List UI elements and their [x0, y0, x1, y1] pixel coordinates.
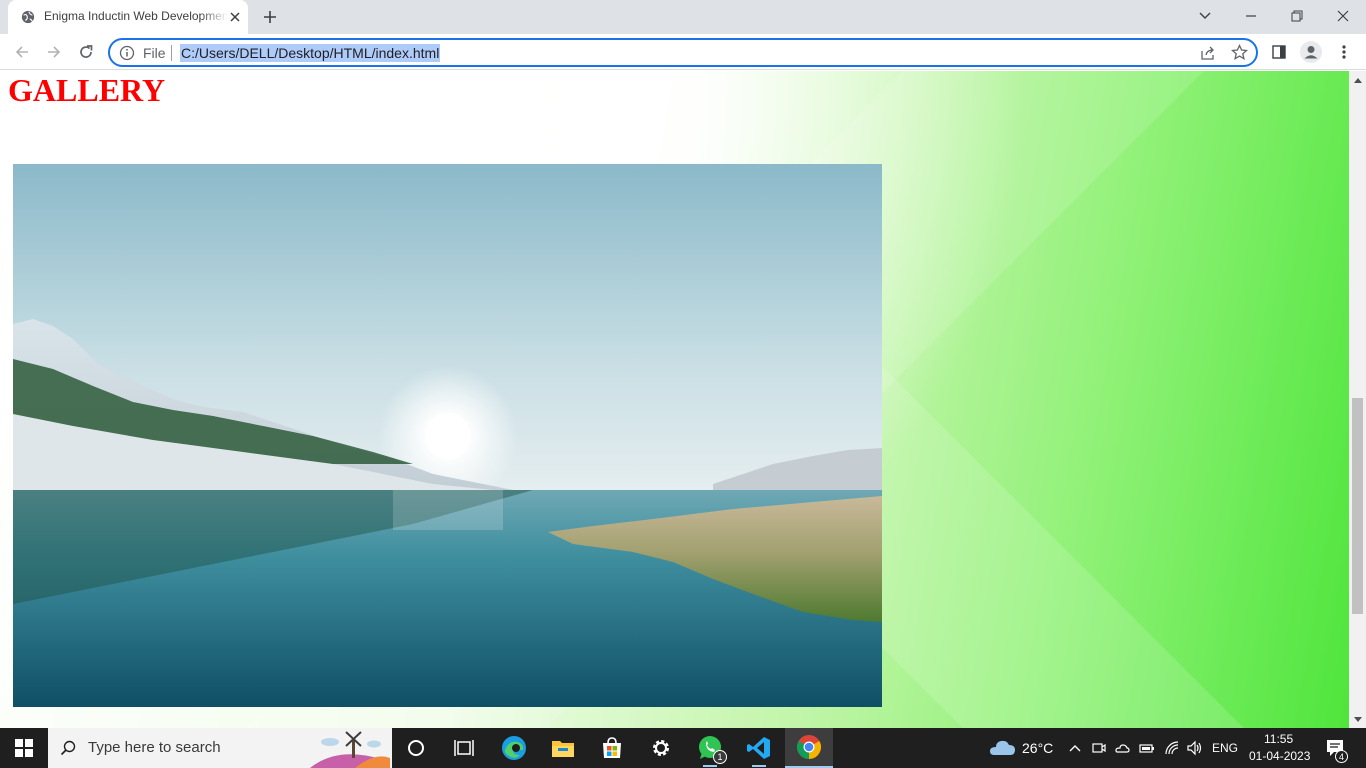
vertical-scrollbar[interactable]	[1349, 71, 1366, 728]
share-icon[interactable]	[1200, 45, 1216, 61]
chrome-icon[interactable]	[785, 728, 833, 768]
clock-time[interactable]: 11:55	[1264, 732, 1293, 746]
search-highlight-windmill-icon	[310, 731, 390, 768]
volume-speaker-icon[interactable]	[1187, 740, 1203, 756]
globe-icon	[21, 10, 35, 24]
task-view-icon[interactable]	[440, 728, 488, 768]
search-icon	[60, 740, 76, 756]
gallery-heading: GALLERY	[8, 72, 166, 108]
forward-arrow-icon[interactable]	[41, 39, 67, 65]
new-tab-plus-icon[interactable]	[259, 6, 281, 28]
show-hidden-icons-chevron-icon[interactable]	[1067, 740, 1083, 756]
address-bar[interactable]: File C:/Users/DELL/Desktop/HTML/index.ht…	[108, 38, 1258, 67]
edge-browser-icon[interactable]	[490, 728, 538, 768]
scroll-up-arrow-icon[interactable]	[1349, 71, 1366, 88]
input-language[interactable]: ENG	[1212, 741, 1238, 755]
tab-title: Enigma Inductin Web Development	[44, 9, 228, 23]
scroll-down-arrow-icon[interactable]	[1349, 711, 1366, 728]
reload-icon[interactable]	[73, 39, 99, 65]
scroll-thumb[interactable]	[1352, 398, 1363, 614]
whatsapp-icon[interactable]: 1	[686, 728, 734, 768]
page-viewport: GALLERY	[0, 71, 1349, 728]
microsoft-store-icon[interactable]	[588, 728, 636, 768]
meet-now-icon[interactable]	[1091, 740, 1107, 756]
info-icon[interactable]	[119, 45, 135, 61]
windows-start-icon[interactable]	[0, 728, 48, 768]
close-tab-icon[interactable]	[226, 8, 244, 26]
tab-search-chevron-icon[interactable]	[1182, 0, 1228, 32]
file-scheme-label: File	[143, 45, 166, 61]
landscape-lake-image[interactable]	[13, 164, 882, 707]
back-arrow-icon[interactable]	[9, 39, 35, 65]
browser-tab[interactable]: Enigma Inductin Web Development	[8, 0, 248, 34]
vscode-icon[interactable]	[735, 728, 783, 768]
url-text[interactable]: C:/Users/DELL/Desktop/HTML/index.html	[180, 44, 441, 62]
search-placeholder: Type here to search	[88, 739, 221, 756]
tab-strip: Enigma Inductin Web Development	[0, 0, 1366, 34]
browser-toolbar: File C:/Users/DELL/Desktop/HTML/index.ht…	[0, 34, 1366, 70]
side-panel-icon[interactable]	[1266, 39, 1292, 65]
settings-gear-icon[interactable]	[637, 728, 685, 768]
onedrive-cloud-icon[interactable]	[1114, 740, 1130, 756]
clock-date[interactable]: 01-04-2023	[1249, 749, 1310, 763]
whatsapp-unread-badge: 1	[713, 750, 727, 764]
wifi-icon[interactable]	[1164, 740, 1180, 756]
battery-icon[interactable]	[1139, 740, 1155, 756]
profile-avatar-icon[interactable]	[1298, 39, 1324, 65]
windows-taskbar: Type here to search 1 26°C ENG 11:55 01-…	[0, 728, 1366, 768]
bookmark-star-icon[interactable]	[1231, 44, 1248, 61]
cortana-circle-icon[interactable]	[392, 728, 440, 768]
minimize-icon[interactable]	[1228, 0, 1274, 32]
notification-count-badge: 4	[1335, 750, 1348, 763]
omnibox-divider	[171, 45, 172, 61]
file-explorer-icon[interactable]	[539, 728, 587, 768]
restore-icon[interactable]	[1274, 0, 1320, 32]
kebab-menu-icon[interactable]	[1331, 39, 1357, 65]
weather-cloud-icon[interactable]	[988, 738, 1016, 758]
close-window-icon[interactable]	[1320, 0, 1366, 32]
taskbar-search-box[interactable]: Type here to search	[48, 728, 392, 768]
weather-temperature[interactable]: 26°C	[1022, 740, 1053, 756]
